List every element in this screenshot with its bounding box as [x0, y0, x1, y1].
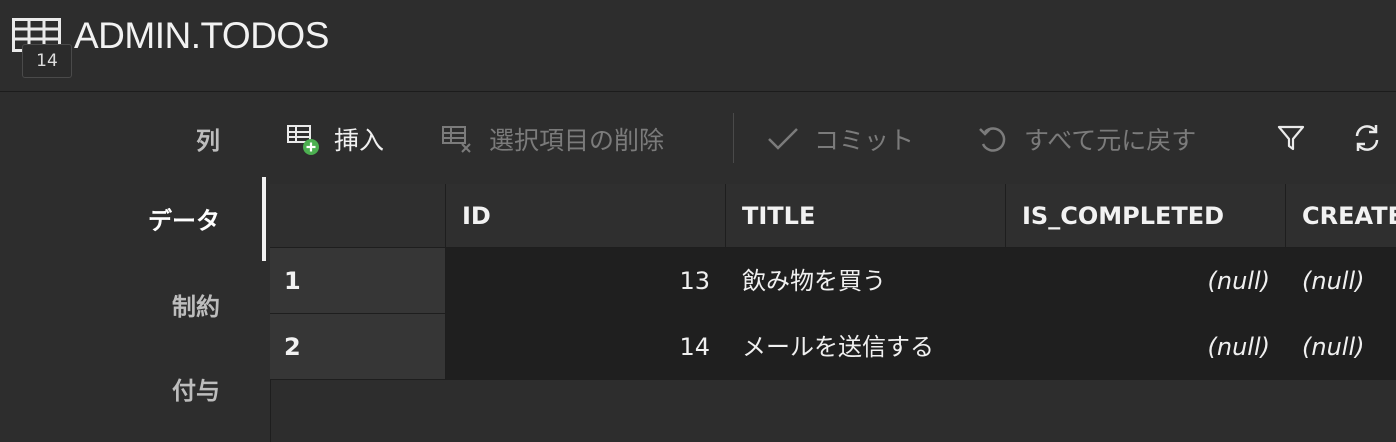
table-row: 13 飲み物を買う (null) (null): [446, 248, 1396, 314]
undo-icon: [976, 122, 1010, 156]
row-number[interactable]: 1: [270, 248, 446, 314]
revert-all-label: すべて元に戻す: [1024, 126, 1197, 155]
active-tab-indicator: [262, 177, 266, 261]
commit-button[interactable]: コミット: [766, 121, 914, 157]
checkmark-icon: [766, 122, 800, 156]
commit-label: コミット: [814, 126, 915, 155]
filter-icon: [1277, 125, 1305, 151]
cell-created[interactable]: (null): [1286, 314, 1396, 380]
toolbar-divider: [733, 113, 734, 163]
cell-created[interactable]: (null): [1286, 248, 1396, 314]
column-header-is-completed[interactable]: IS_COMPLETED: [1006, 184, 1286, 248]
row-number[interactable]: 2: [270, 314, 446, 380]
tab-columns[interactable]: 列: [196, 121, 220, 156]
sidebar: 列 データ 制約 付与: [0, 93, 268, 442]
column-header-title[interactable]: TITLE: [726, 184, 1006, 248]
data-grid: ID TITLE IS_COMPLETED CREATE 1 13 飲み物を買う…: [270, 184, 1396, 442]
header: ADMIN.TODOS 14: [0, 0, 1396, 92]
revert-all-button[interactable]: すべて元に戻す: [976, 121, 1196, 157]
app-window: ADMIN.TODOS 14 列 データ 制約 付与 挿入 選択項目の削除 コミ…: [0, 0, 1396, 442]
delete-selected-label: 選択項目の削除: [489, 126, 665, 155]
toolbar: 挿入 選択項目の削除 コミット すべて元に戻す: [270, 93, 1396, 183]
cell-title[interactable]: メールを送信する: [726, 314, 1006, 380]
cell-id[interactable]: 14: [446, 314, 726, 380]
delete-selected-button[interactable]: 選択項目の削除: [441, 121, 664, 157]
column-header-id[interactable]: ID: [446, 184, 726, 248]
refresh-button[interactable]: [1350, 121, 1384, 155]
tab-constraints[interactable]: 制約: [172, 287, 220, 322]
cell-is-completed[interactable]: (null): [1006, 248, 1286, 314]
tab-grants[interactable]: 付与: [172, 371, 220, 406]
filter-button[interactable]: [1274, 121, 1308, 155]
tab-data[interactable]: データ: [148, 201, 220, 236]
cell-id[interactable]: 13: [446, 248, 726, 314]
cell-title[interactable]: 飲み物を買う: [726, 248, 1006, 314]
insert-button[interactable]: 挿入: [286, 121, 384, 157]
insert-label: 挿入: [334, 126, 385, 155]
grid-corner-header: [270, 184, 446, 248]
insert-row-icon: [286, 122, 320, 156]
refresh-icon: [1355, 125, 1379, 151]
table-row: 14 メールを送信する (null) (null): [446, 314, 1396, 380]
cell-is-completed[interactable]: (null): [1006, 314, 1286, 380]
column-header-created[interactable]: CREATE: [1286, 184, 1396, 248]
grid-left-border: [270, 380, 271, 442]
page-title: ADMIN.TODOS: [74, 15, 329, 56]
tooltip: 14: [22, 44, 72, 78]
delete-row-icon: [441, 122, 475, 156]
